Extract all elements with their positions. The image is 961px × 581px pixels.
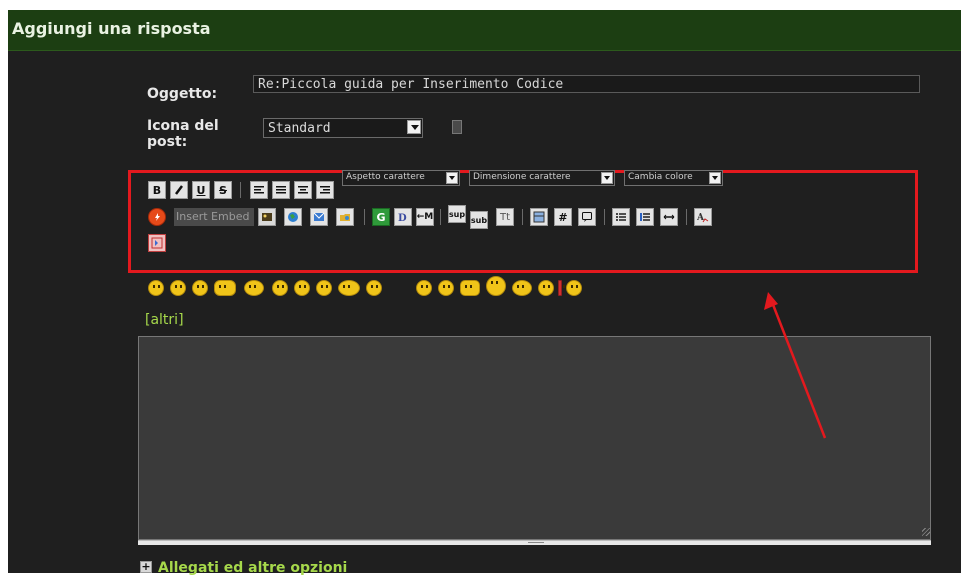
- smiley-shocked-icon[interactable]: [366, 280, 382, 296]
- underline-button[interactable]: U: [192, 181, 210, 199]
- smiley-laugh-icon[interactable]: [244, 280, 264, 296]
- textarea-resize-handle[interactable]: [138, 540, 931, 545]
- superscript-button[interactable]: sup: [448, 205, 466, 223]
- font-size-select[interactable]: Dimensione carattere: [469, 170, 615, 186]
- smiley-cool-icon[interactable]: [416, 280, 432, 296]
- svg-text:D: D: [398, 213, 407, 223]
- align-center-icon: [298, 186, 308, 194]
- post-icon-preview: [452, 120, 462, 134]
- align-right-button[interactable]: [316, 181, 334, 199]
- teletype-button[interactable]: Tt: [496, 208, 514, 226]
- italic-icon: [175, 185, 183, 195]
- table-icon: [533, 211, 545, 223]
- smiley-thumbs-icon[interactable]: [460, 280, 480, 296]
- smiley-think-icon[interactable]: [512, 280, 532, 296]
- spellcheck-icon: A: [697, 213, 709, 223]
- remove-format-button[interactable]: [148, 234, 166, 252]
- plus-icon: +: [140, 560, 152, 573]
- globe-link-button[interactable]: [284, 208, 302, 226]
- panel-header: Aggiungi una risposta: [8, 10, 961, 51]
- smiley-devil-icon[interactable]: [486, 276, 506, 296]
- insert-embed-button[interactable]: Insert Embed: [174, 208, 254, 226]
- smiley-angry-icon[interactable]: [538, 280, 554, 296]
- subscript-button[interactable]: sub: [470, 211, 488, 229]
- toolbar-separator: [522, 209, 523, 225]
- smiley-thinking-icon[interactable]: [566, 280, 582, 296]
- toolbar-separator: [364, 209, 365, 225]
- attachments-toggle-label: Allegati ed altre opzioni: [158, 560, 348, 576]
- toolbar-separator: [240, 182, 241, 198]
- dictionary-icon: D: [398, 213, 407, 223]
- folder-icon: [340, 214, 350, 221]
- post-icon-select-value: Standard: [268, 121, 331, 136]
- chevron-down-icon: [709, 172, 721, 184]
- align-left-icon: [254, 186, 264, 194]
- quote-button[interactable]: [578, 208, 596, 226]
- panel-title: Aggiungi una risposta: [12, 19, 211, 38]
- folder-button[interactable]: [336, 208, 354, 226]
- flash-button[interactable]: [148, 208, 166, 226]
- align-justify-button[interactable]: [272, 181, 290, 199]
- spellcheck-button[interactable]: A: [694, 208, 712, 226]
- smiley-sleepy-icon[interactable]: [272, 280, 288, 296]
- horizontal-rule-button[interactable]: [660, 208, 678, 226]
- align-left-button[interactable]: [250, 181, 268, 199]
- flash-icon: [155, 213, 160, 221]
- chevron-down-icon: [446, 172, 458, 184]
- font-face-select[interactable]: Aspetto carattere: [342, 170, 460, 186]
- post-icon-label-line2: post:: [147, 134, 188, 150]
- chevron-down-icon: [601, 172, 613, 184]
- smiley-flag-icon[interactable]: [558, 280, 570, 296]
- smiley-dizzy-icon[interactable]: [338, 280, 360, 296]
- italic-button[interactable]: [170, 181, 188, 199]
- smiley-tongue-icon[interactable]: [438, 280, 454, 296]
- align-justify-icon: [276, 186, 286, 194]
- numbered-list-icon: [640, 213, 650, 221]
- image-button[interactable]: [258, 208, 276, 226]
- font-color-select-label: Cambia colore: [628, 172, 693, 182]
- email-icon: [313, 212, 325, 221]
- move-button[interactable]: ←M: [416, 208, 434, 226]
- resize-grip-icon[interactable]: [922, 528, 930, 536]
- font-face-select-label: Aspetto carattere: [346, 172, 425, 182]
- bullet-list-button[interactable]: [612, 208, 630, 226]
- smiley-surprised-icon[interactable]: [316, 280, 332, 296]
- font-size-select-label: Dimensione carattere: [473, 172, 571, 182]
- toolbar-separator: [604, 209, 605, 225]
- bold-button[interactable]: B: [148, 181, 166, 199]
- message-textarea[interactable]: [138, 336, 931, 540]
- google-search-button[interactable]: G: [372, 208, 390, 226]
- post-icon-label-line1: Icona del: [147, 118, 219, 134]
- smiley-wink-icon[interactable]: [170, 280, 186, 296]
- align-center-button[interactable]: [294, 181, 312, 199]
- numbered-list-button[interactable]: [636, 208, 654, 226]
- toolbar-separator: [440, 209, 441, 225]
- table-button[interactable]: [530, 208, 548, 226]
- strikethrough-button[interactable]: S: [214, 181, 232, 199]
- code-hash-button[interactable]: #: [554, 208, 572, 226]
- email-button[interactable]: [310, 208, 328, 226]
- smiley-shout-icon[interactable]: [214, 280, 236, 296]
- chevron-down-icon: [407, 120, 421, 134]
- subject-input[interactable]: [253, 75, 920, 93]
- subject-label: Oggetto:: [147, 86, 218, 102]
- quote-icon: [582, 212, 592, 222]
- align-right-icon: [320, 186, 330, 194]
- image-icon: [262, 213, 272, 221]
- smiley-grin-icon[interactable]: [192, 280, 208, 296]
- remove-format-icon: [151, 237, 163, 249]
- toolbar-separator: [686, 209, 687, 225]
- bullet-list-icon: [616, 213, 626, 221]
- smiley-happy-icon[interactable]: [148, 280, 164, 296]
- more-smileys-link[interactable]: [altri]: [145, 312, 184, 328]
- post-icon-select[interactable]: Standard: [263, 118, 423, 138]
- smiley-sad-icon[interactable]: [294, 280, 310, 296]
- globe-icon: [288, 212, 298, 222]
- dictionary-button[interactable]: D: [394, 208, 412, 226]
- horizontal-arrow-icon: [663, 214, 675, 220]
- font-color-select[interactable]: Cambia colore: [624, 170, 723, 186]
